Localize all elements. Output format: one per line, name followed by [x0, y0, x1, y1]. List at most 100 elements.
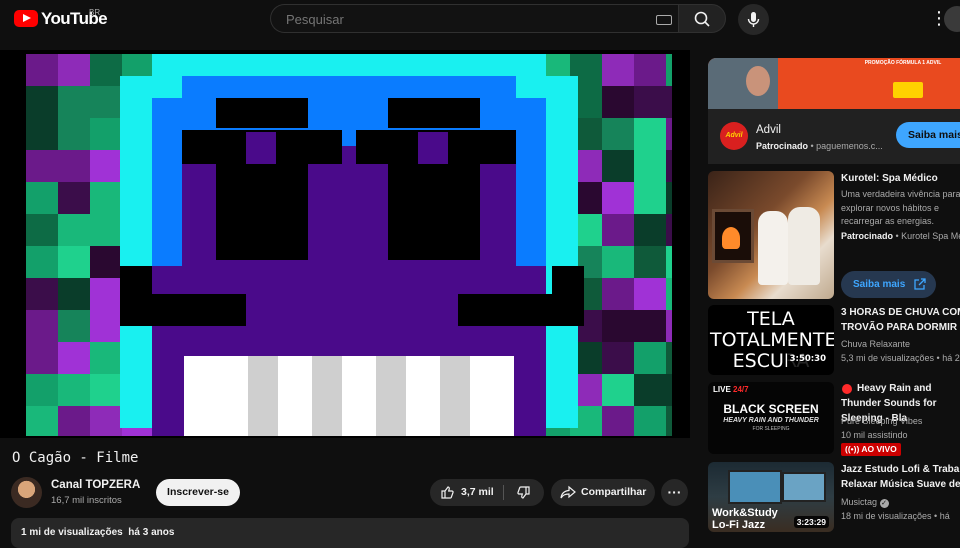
rec-description: Uma verdadeira vivência para explorar no… — [841, 189, 960, 226]
pixel-cell — [602, 214, 634, 246]
pixel-cell — [602, 310, 634, 342]
video-player[interactable] — [0, 50, 690, 438]
ad-banner-image[interactable]: PROMOÇÃO FÓRMULA 1 ADVIL — [708, 58, 960, 109]
thumb-live-label: LIVE — [713, 385, 731, 394]
rec-views: 18 mi de visualizações — [841, 511, 932, 521]
pixel-cell — [58, 54, 90, 86]
rec-title[interactable]: Jazz Estudo Lofi & Trabal Relaxar Música… — [841, 462, 960, 492]
rec-views: 5,3 mi de visualizações — [841, 353, 935, 363]
pixel-cell — [666, 278, 672, 310]
subscriber-count: 16,7 mil inscritos — [51, 495, 122, 506]
subscribe-button[interactable]: Inscrever-se — [156, 479, 240, 506]
pixel-cell — [26, 310, 58, 342]
external-link-icon — [914, 278, 926, 290]
channel-name[interactable]: Canal TOPZERA — [51, 479, 140, 491]
rec-sponsored-line: Patrocinado • Kurotel Spa Mé — [841, 229, 960, 243]
pixel-cell — [634, 214, 666, 246]
rec-stats: 18 mi de visualizações • há — [841, 511, 950, 521]
rec-stats: 10 mil assistindo — [841, 430, 908, 440]
thumb-live-hours: 24/7 — [733, 385, 749, 394]
youtube-play-icon — [14, 10, 38, 27]
rec-channel[interactable]: Chuva Relaxante — [841, 337, 910, 351]
pixel-cell — [90, 310, 122, 342]
pixel-cell — [26, 246, 58, 278]
pixel-cell — [26, 374, 58, 406]
pixel-cell — [90, 54, 122, 86]
advertiser-logo[interactable]: Advil — [720, 122, 748, 150]
rec-thumbnail[interactable]: LIVE 24/7 BLACK SCREEN HEAVY RAIN AND TH… — [708, 382, 834, 454]
view-count: 1 mi de visualizações — [21, 527, 123, 538]
pixel-cell — [666, 406, 672, 436]
thumbnail-subtext: HEAVY RAIN AND THUNDER — [723, 417, 819, 424]
ad-sponsored-line: Patrocinado • paguemenos.c... — [756, 141, 883, 151]
voice-search-button[interactable] — [738, 4, 769, 35]
pixel-cell — [602, 118, 634, 150]
share-button[interactable]: Compartilhar — [551, 479, 655, 506]
hood — [152, 146, 182, 266]
pixel-cell — [634, 374, 666, 406]
pixel-cell — [90, 182, 122, 214]
advertiser-name[interactable]: Advil — [756, 124, 781, 136]
hood — [516, 146, 546, 266]
pixel-cell — [90, 86, 122, 118]
headphone-band — [152, 54, 546, 76]
pixel-cell — [634, 86, 666, 118]
pixel-cell — [58, 86, 90, 118]
thumb-line-1: Work&Study — [712, 507, 778, 519]
search-icon — [694, 11, 710, 27]
pixel-cell — [634, 342, 666, 374]
live-signal-icon: ((•)) — [845, 444, 862, 454]
channel-avatar[interactable] — [11, 477, 42, 508]
pixel-cell — [26, 150, 58, 182]
settings-menu-icon[interactable] — [926, 8, 948, 30]
ad-domain: paguemenos.c... — [816, 141, 883, 151]
pixel-cell — [26, 406, 58, 436]
pixel-cell — [26, 278, 58, 310]
hood — [182, 76, 516, 98]
pixel-cell — [666, 374, 672, 406]
rec-title[interactable]: Kurotel: Spa Médico — [841, 171, 960, 186]
pixel-cell — [90, 406, 122, 436]
search-button[interactable] — [678, 4, 726, 33]
pixel-cell — [26, 118, 58, 150]
more-actions-button[interactable]: ··· — [661, 479, 688, 506]
pixel-cell — [634, 150, 666, 182]
rec-thumbnail[interactable]: TELA TOTALMENTE ESCURA 3:50:30 — [708, 305, 834, 375]
pixel-cell — [26, 86, 58, 118]
tooth-shade — [376, 356, 406, 436]
rec-thumbnail[interactable]: Work&Study Lo-Fi Jazz 3:23:29 — [708, 462, 834, 532]
pixel-cell — [602, 182, 634, 214]
sunglasses-lens — [418, 132, 448, 164]
pixel-cell — [602, 54, 634, 86]
pixel-cell — [602, 406, 634, 436]
mustache — [120, 294, 246, 326]
pixel-cell — [58, 374, 90, 406]
rec-age: há — [939, 511, 950, 521]
like-button[interactable]: 3,7 mil — [430, 479, 503, 506]
share-label: Compartilhar — [581, 486, 647, 498]
rec-channel[interactable]: Musictag — [841, 497, 877, 507]
pixel-cell — [602, 374, 634, 406]
description-box[interactable]: 1 mi de visualizações há 3 anos — [11, 518, 689, 548]
pixel-cell — [602, 150, 634, 182]
rec-title[interactable]: 3 HORAS DE CHUVA COM TROVÃO PARA DORMIR … — [841, 305, 960, 335]
thumbs-down-icon — [517, 486, 530, 499]
pixel-cell — [634, 310, 666, 342]
pixel-cell — [58, 246, 90, 278]
youtube-logo[interactable]: YouTube BR — [0, 0, 120, 38]
rec-cta-button[interactable]: Saiba mais — [841, 271, 936, 298]
rec-thumbnail[interactable] — [708, 171, 834, 299]
pixel-cell — [58, 214, 90, 246]
search-box — [270, 4, 678, 33]
rec-sponsored-label: Patrocinado — [841, 231, 894, 241]
keyboard-icon[interactable] — [656, 15, 672, 25]
pixel-cell — [90, 342, 122, 374]
pixel-cell — [58, 342, 90, 374]
rec-channel[interactable]: Pure Sleeping Vibes — [841, 414, 922, 428]
ad-cta-button[interactable]: Saiba mais — [896, 122, 960, 148]
search-input[interactable] — [284, 11, 638, 28]
mustache — [120, 266, 152, 296]
rec-channel: Kurotel Spa Mé — [901, 231, 960, 241]
pixel-cell — [666, 118, 672, 150]
dislike-button[interactable] — [504, 479, 544, 506]
